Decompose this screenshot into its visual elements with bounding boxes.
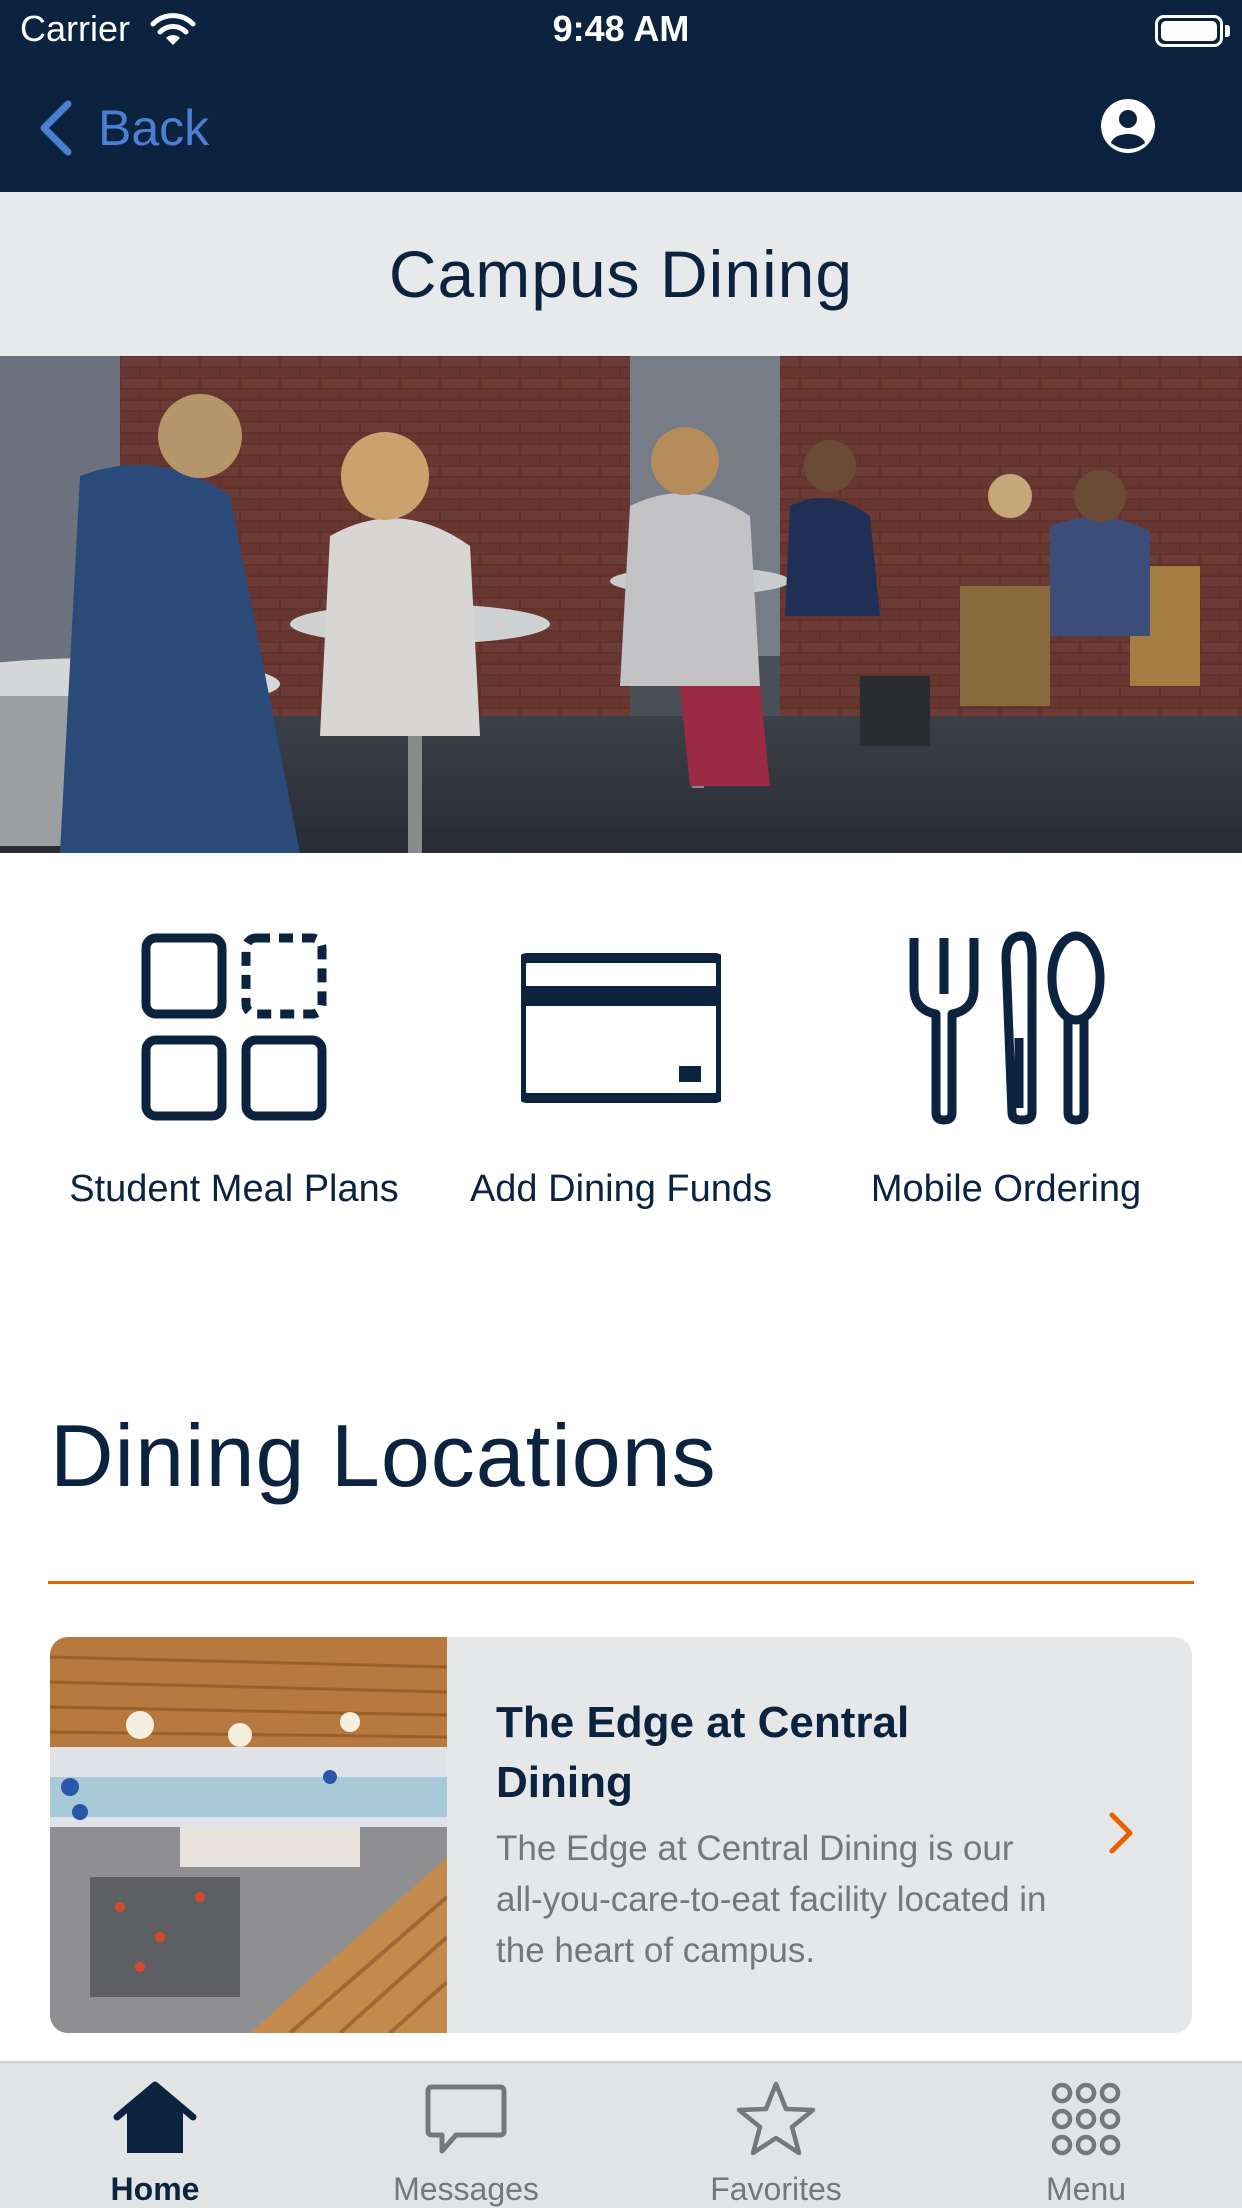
- star-icon: [736, 2081, 816, 2156]
- grid-dots-icon: [1051, 2082, 1121, 2156]
- quick-actions: Student Meal Plans Add Dining Funds Mobi…: [0, 900, 1242, 1230]
- back-label: Back: [98, 100, 210, 156]
- tab-label: Menu: [1045, 2171, 1127, 2207]
- action-label: Mobile Ordering: [870, 1168, 1142, 1210]
- chevron-left-icon: [40, 100, 72, 156]
- battery-nub: [1225, 25, 1230, 37]
- location-title: The Edge at Central Dining: [496, 1698, 910, 1807]
- tab-label: Home: [110, 2171, 200, 2207]
- back-button[interactable]: Back: [36, 96, 209, 160]
- student-meal-plans-button[interactable]: Student Meal Plans: [34, 900, 434, 1230]
- tab-favorites[interactable]: Favorites: [621, 2063, 931, 2208]
- credit-card-icon: [521, 953, 721, 1103]
- location-card[interactable]: The Edge at Central Dining The Edge at C…: [50, 1637, 1192, 2033]
- tab-messages[interactable]: Messages: [311, 2063, 621, 2208]
- user-profile-icon[interactable]: [1100, 98, 1156, 154]
- utensils-icon: [909, 931, 1105, 1125]
- action-label: Student Meal Plans: [69, 1168, 399, 1210]
- add-dining-funds-button[interactable]: Add Dining Funds: [421, 900, 821, 1230]
- home-icon: [113, 2081, 197, 2153]
- message-icon: [425, 2084, 507, 2154]
- section-divider: [48, 1581, 1194, 1584]
- tab-bar: Home Messages Favorites Menu: [0, 2061, 1242, 2208]
- tab-menu[interactable]: Menu: [931, 2063, 1241, 2208]
- battery-icon: [1155, 15, 1223, 47]
- meal-plans-grid-icon: [141, 933, 327, 1121]
- action-label: Add Dining Funds: [469, 1168, 773, 1210]
- tab-label: Favorites: [710, 2171, 842, 2207]
- section-title: Dining Locations: [50, 1406, 717, 1505]
- tab-label: Messages: [393, 2171, 539, 2207]
- status-bar: Carrier 9:48 AM: [0, 0, 1242, 62]
- location-description: The Edge at Central Dining is our all-yo…: [496, 1829, 1047, 1970]
- navigation-bar: Back: [0, 62, 1242, 192]
- hero-image: [0, 356, 1242, 853]
- tab-home[interactable]: Home: [0, 2063, 310, 2208]
- clock-label: 9:48 AM: [552, 8, 690, 49]
- mobile-ordering-button[interactable]: Mobile Ordering: [806, 900, 1206, 1230]
- page-title: Campus Dining: [388, 237, 854, 311]
- chevron-right-icon: [1109, 1812, 1133, 1854]
- dining-hall-photo: [0, 356, 1242, 853]
- title-band: Campus Dining: [0, 192, 1242, 356]
- location-photo: [50, 1637, 447, 2033]
